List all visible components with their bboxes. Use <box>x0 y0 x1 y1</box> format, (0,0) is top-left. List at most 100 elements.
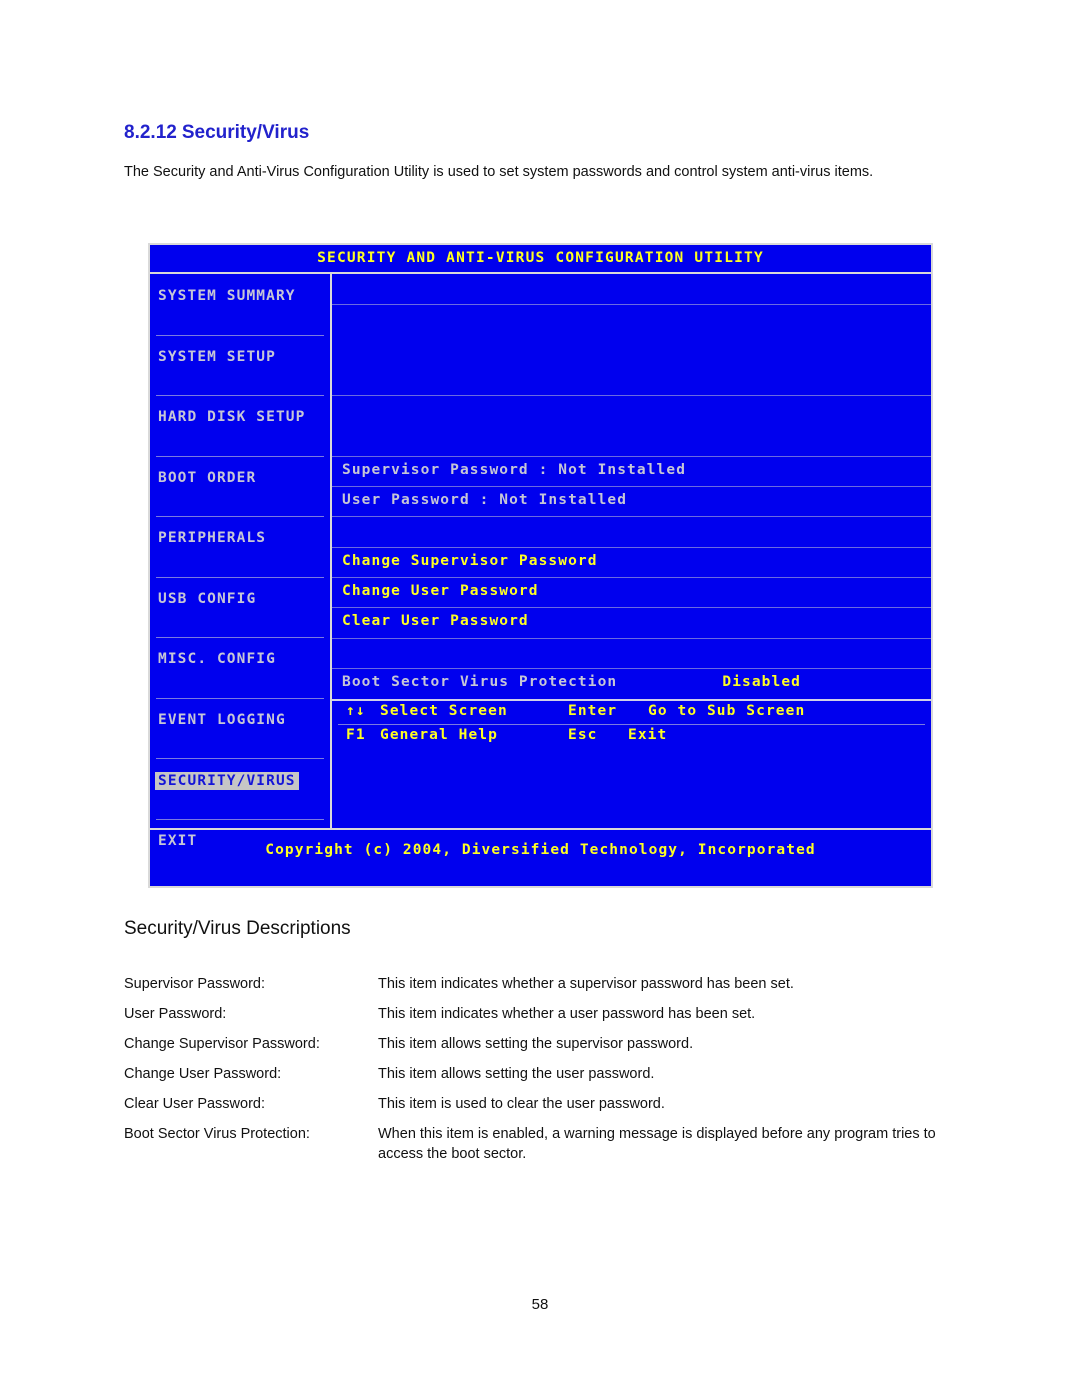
description-label: Change Supervisor Password: <box>124 1036 320 1052</box>
sidebar-item-system-setup[interactable]: SYSTEM SETUP <box>150 334 330 396</box>
sidebar-item-peripherals[interactable]: PERIPHERALS <box>150 516 330 577</box>
description-text: When this item is enabled, a warning mes… <box>378 1126 936 1162</box>
supervisor-password-status-row: Supervisor Password : Not Installed <box>332 455 931 486</box>
menu-separator <box>156 334 324 336</box>
change-user-password-row[interactable]: Change User Password <box>332 576 931 607</box>
row-separator <box>332 667 931 669</box>
sidebar-item-label: USB CONFIG <box>158 590 257 607</box>
sidebar-item-event-logging[interactable]: EVENT LOGGING <box>150 697 330 759</box>
supervisor-password-status: Supervisor Password : Not Installed <box>342 461 687 478</box>
spacer-row <box>332 637 931 668</box>
select-screen-help: Select Screen <box>380 703 508 719</box>
go-to-sub-screen-help: Go to Sub Screen <box>648 703 806 719</box>
bios-setup-screen: SECURITY AND ANTI-VIRUS CONFIGURATION UT… <box>148 243 933 888</box>
sidebar-item-hard-disk-setup[interactable]: HARD DISK SETUP <box>150 395 330 456</box>
sidebar-item-misc-config[interactable]: MISC. CONFIG <box>150 637 330 698</box>
clear-user-password-row[interactable]: Clear User Password <box>332 607 931 637</box>
arrow-keys-icon: ↑↓ <box>346 703 366 719</box>
spacer-row <box>332 365 931 395</box>
esc-key-label: Esc <box>568 727 598 743</box>
menu-separator <box>156 516 324 517</box>
user-password-status: User Password : Not Installed <box>342 492 628 509</box>
bios-sidebar: SYSTEM SUMMARY SYSTEM SETUP HARD DISK SE… <box>150 274 332 849</box>
sidebar-item-label: SYSTEM SETUP <box>158 348 276 365</box>
bios-title-bar: SECURITY AND ANTI-VIRUS CONFIGURATION UT… <box>150 245 931 274</box>
row-separator <box>332 546 931 548</box>
sidebar-item-label: BOOT ORDER <box>158 469 257 486</box>
sidebar-item-label: SECURITY/VIRUS <box>155 772 299 790</box>
sidebar-item-label: MISC. CONFIG <box>158 651 276 667</box>
sidebar-item-label: EVENT LOGGING <box>158 711 286 728</box>
row-separator <box>332 576 931 578</box>
description-row: Change Supervisor Password: This item al… <box>124 1034 960 1054</box>
description-text: This item indicates whether a user passw… <box>378 1006 756 1022</box>
description-text: This item indicates whether a supervisor… <box>378 976 794 992</box>
section-title: Security/Virus <box>181 122 310 143</box>
description-text: This item is used to clear the user pass… <box>378 1096 665 1112</box>
row-separator <box>332 516 931 518</box>
general-help-label: General Help <box>380 727 498 743</box>
description-row: Clear User Password: This item is used t… <box>124 1094 960 1114</box>
spacer-row <box>332 516 931 546</box>
bios-main-panel: Supervisor Password : Not Installed User… <box>332 274 931 828</box>
boot-sector-virus-protection-row[interactable]: Boot Sector Virus Protection Disabled <box>332 667 931 698</box>
sidebar-item-security-virus[interactable]: SECURITY/VIRUS <box>150 758 330 819</box>
page-title: 8.2.12 Security/Virus <box>124 122 309 144</box>
sidebar-item-exit[interactable]: EXIT <box>150 818 330 880</box>
descriptions-table: Supervisor Password: This item indicates… <box>124 974 960 1174</box>
spacer-row <box>332 274 931 304</box>
sidebar-item-boot-order[interactable]: BOOT ORDER <box>150 455 330 517</box>
menu-separator <box>156 455 324 457</box>
description-label: Change User Password: <box>124 1066 282 1082</box>
intro-paragraph: The Security and Anti-Virus Configuratio… <box>124 164 874 180</box>
description-text: This item allows setting the supervisor … <box>378 1036 694 1052</box>
row-separator <box>332 455 931 457</box>
description-label: User Password: <box>124 1006 227 1022</box>
bios-help-bar: ↑↓ Select Screen Enter Go to Sub Screen … <box>332 699 931 749</box>
bios-body: SYSTEM SUMMARY SYSTEM SETUP HARD DISK SE… <box>150 274 931 849</box>
sidebar-item-label: EXIT <box>158 832 198 849</box>
sidebar-item-label: SYSTEM SUMMARY <box>158 288 296 304</box>
sidebar-item-usb-config[interactable]: USB CONFIG <box>150 576 330 638</box>
row-separator <box>332 395 931 397</box>
f1-key-label: F1 <box>346 727 366 743</box>
row-separator <box>332 304 931 306</box>
sidebar-item-label: HARD DISK SETUP <box>158 409 306 425</box>
change-supervisor-password-label: Change Supervisor Password <box>342 552 598 569</box>
sidebar-item-label: PERIPHERALS <box>158 530 267 546</box>
user-password-status-row: User Password : Not Installed <box>332 486 931 516</box>
change-supervisor-password-row[interactable]: Change Supervisor Password <box>332 546 931 577</box>
descriptions-subheading: Security/Virus Descriptions <box>124 918 351 939</box>
row-separator <box>332 637 931 639</box>
spacer-row <box>332 335 931 365</box>
help-line-2: F1 General Help Esc Exit <box>332 725 931 749</box>
boot-sector-virus-protection-value[interactable]: Disabled <box>722 674 801 690</box>
description-label: Boot Sector Virus Protection: <box>124 1126 310 1142</box>
description-label: Supervisor Password: <box>124 976 266 992</box>
row-separator <box>332 486 931 488</box>
menu-separator <box>156 576 324 578</box>
sidebar-item-system-summary[interactable]: SYSTEM SUMMARY <box>150 274 330 335</box>
menu-separator <box>156 697 324 699</box>
menu-separator <box>156 395 324 396</box>
page-number: 58 <box>531 1296 549 1313</box>
spacer-row <box>332 304 931 334</box>
menu-separator <box>156 637 324 638</box>
section-number: 8.2.12 <box>124 122 177 143</box>
description-label: Clear User Password: <box>124 1096 266 1112</box>
exit-help-label: Exit <box>628 727 668 743</box>
clear-user-password-label: Clear User Password <box>342 613 529 630</box>
spacer-row <box>332 425 931 455</box>
description-row: Boot Sector Virus Protection: When this … <box>124 1124 960 1164</box>
boot-sector-virus-protection-label: Boot Sector Virus Protection <box>342 673 618 690</box>
description-row: Supervisor Password: This item indicates… <box>124 974 960 994</box>
spacer-row <box>332 395 931 425</box>
description-row: Change User Password: This item allows s… <box>124 1064 960 1084</box>
menu-separator <box>156 758 324 759</box>
help-line-1: ↑↓ Select Screen Enter Go to Sub Screen <box>332 701 931 725</box>
description-row: User Password: This item indicates wheth… <box>124 1004 960 1024</box>
enter-key-label: Enter <box>568 703 618 719</box>
row-separator <box>332 607 931 609</box>
menu-separator <box>156 818 324 820</box>
change-user-password-label: Change User Password <box>342 582 539 599</box>
